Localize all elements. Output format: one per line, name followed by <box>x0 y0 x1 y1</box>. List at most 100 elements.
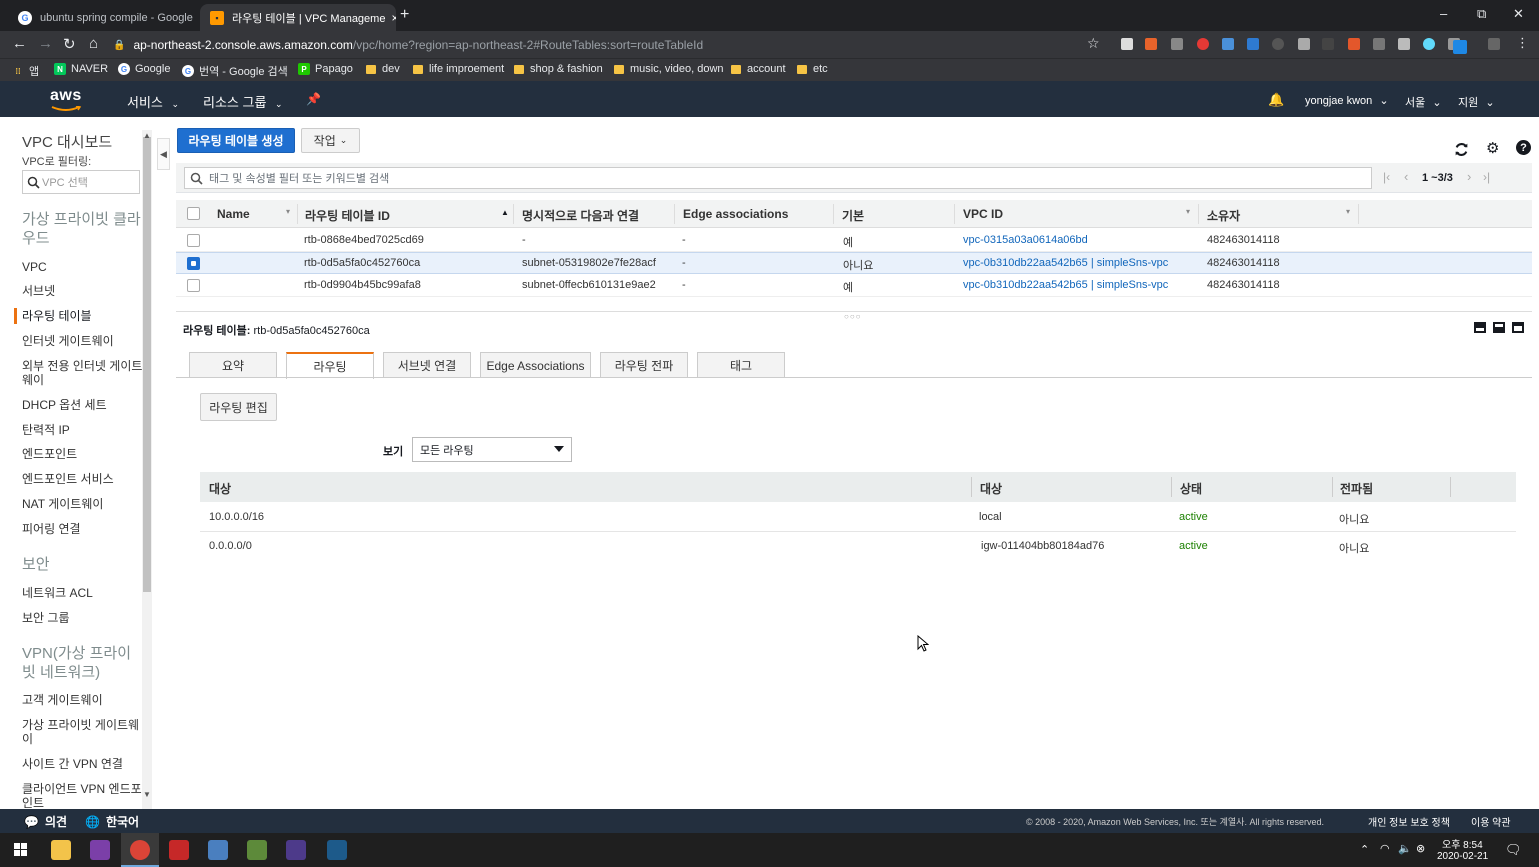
col-name[interactable]: Name <box>217 207 250 221</box>
select-all-checkbox[interactable] <box>187 207 200 220</box>
vpc-filter-select[interactable]: VPC 선택 <box>22 170 140 194</box>
extension-icon[interactable] <box>1121 38 1133 50</box>
network-error-icon[interactable]: ⊗ <box>1416 842 1425 855</box>
region-menu[interactable]: 서울 ⌄ <box>1405 94 1442 110</box>
sidebar-item-dhcp-options[interactable]: DHCP 옵션 세트 <box>22 398 144 412</box>
col-main[interactable]: 기본 <box>842 207 864 224</box>
clock-time[interactable]: 오후 8:54 <box>1442 836 1483 851</box>
help-icon[interactable]: ? <box>1516 140 1531 155</box>
browser-tab-active[interactable]: ▪ 라우팅 테이블 | VPC Manageme × <box>200 4 396 31</box>
extension-icon[interactable] <box>1348 38 1360 50</box>
tab-routes[interactable]: 라우팅 <box>286 352 374 379</box>
layout-split-icon[interactable] <box>1493 322 1505 333</box>
home-icon[interactable]: ⌂ <box>89 35 98 52</box>
bookmark-papago[interactable]: P Papago <box>298 63 353 75</box>
sort-icon[interactable]: ▾ <box>286 207 290 216</box>
volume-muted-icon[interactable]: 🔈 <box>1398 842 1412 855</box>
create-route-table-button[interactable]: 라우팅 테이블 생성 <box>177 128 295 153</box>
sidebar-item-vpc[interactable]: VPC <box>22 260 144 274</box>
wifi-icon[interactable]: ◠ <box>1380 842 1390 855</box>
sidebar-item-route-tables[interactable]: 라우팅 테이블 <box>22 309 144 323</box>
back-icon[interactable]: ← <box>12 35 27 52</box>
bookmark-apps[interactable]: ⁞⁞ 앱 <box>12 63 39 79</box>
sidebar-item-peering[interactable]: 피어링 연결 <box>22 522 144 536</box>
pin-icon[interactable]: 📌 <box>306 92 321 106</box>
bell-icon[interactable]: 🔔 <box>1268 92 1284 108</box>
filter-search-input[interactable]: 태그 및 속성별 필터 또는 키워드별 검색 <box>184 167 1372 189</box>
bookmark-google[interactable]: G Google <box>118 63 170 75</box>
column-divider[interactable] <box>297 204 298 224</box>
extension-icon[interactable] <box>1222 38 1234 50</box>
table-row[interactable]: rtb-0d9904b45bc99afa8 subnet-0ffecb61013… <box>176 275 1532 297</box>
sort-icon[interactable]: ▾ <box>1186 207 1190 216</box>
sidebar-item-nat-gateways[interactable]: NAT 게이트웨이 <box>22 497 144 511</box>
app-icon[interactable] <box>247 840 267 860</box>
services-menu[interactable]: 서비스 ⌄ <box>127 92 179 111</box>
onenote-icon[interactable] <box>90 840 110 860</box>
column-divider[interactable] <box>1198 204 1199 224</box>
bookmark-translate[interactable]: G 번역 - Google 검색 <box>182 63 288 79</box>
last-page-icon[interactable]: ›| <box>1483 170 1490 184</box>
vpc-id-link[interactable]: vpc-0b310db22aa542b65 | simpleSns-vpc <box>963 257 1168 269</box>
prev-page-icon[interactable]: ‹ <box>1404 169 1408 184</box>
windows-start-icon[interactable] <box>14 843 28 857</box>
tab-route-propagation[interactable]: 라우팅 전파 <box>600 352 688 378</box>
terms-link[interactable]: 이용 약관 <box>1471 814 1511 829</box>
row-checkbox-checked[interactable] <box>187 257 200 270</box>
extension-icon[interactable] <box>1197 38 1209 50</box>
sidebar-item-security-groups[interactable]: 보안 그룹 <box>22 611 144 625</box>
bookmark-folder-etc[interactable]: etc <box>797 63 828 75</box>
url-input[interactable]: 🔒 ap-northeast-2.console.aws.amazon.com /… <box>113 34 1103 56</box>
bookmark-folder-music[interactable]: music, video, down <box>614 63 724 75</box>
tab-tags[interactable]: 태그 <box>697 352 785 378</box>
refresh-icon[interactable] <box>1453 141 1470 158</box>
col-route-table-id[interactable]: 라우팅 테이블 ID <box>305 207 390 224</box>
layout-bottom-icon[interactable] <box>1474 322 1486 333</box>
column-divider[interactable] <box>833 204 834 224</box>
sidebar-item-egress-only-igw[interactable]: 외부 전용 인터넷 게이트웨이 <box>22 359 144 387</box>
layout-top-icon[interactable] <box>1512 322 1524 333</box>
col-edge-associations[interactable]: Edge associations <box>683 207 788 221</box>
collapse-sidebar-icon[interactable]: ◀ <box>157 138 170 170</box>
bookmark-folder-account[interactable]: account <box>731 63 786 75</box>
bookmark-naver[interactable]: N NAVER <box>54 63 108 75</box>
column-divider[interactable] <box>513 204 514 224</box>
first-page-icon[interactable]: |‹ <box>1383 170 1390 184</box>
sidebar-item-site-to-site-vpn[interactable]: 사이트 간 VPN 연결 <box>22 757 144 771</box>
privacy-link[interactable]: 개인 정보 보호 정책 <box>1368 814 1450 829</box>
table-row[interactable]: rtb-0868e4bed7025cd69 - - 예 vpc-0315a03a… <box>176 230 1532 252</box>
extension-icon[interactable] <box>1398 38 1410 50</box>
file-explorer-icon[interactable] <box>51 840 71 860</box>
vpc-id-link[interactable]: vpc-0315a03a0614a06bd <box>963 234 1088 246</box>
app-icon[interactable] <box>327 840 347 860</box>
app-icon[interactable] <box>286 840 306 860</box>
close-tab-icon[interactable]: × <box>193 11 198 25</box>
sidebar-item-client-vpn[interactable]: 클라이언트 VPN 엔드포인트 <box>22 782 144 809</box>
extension-icon[interactable] <box>1453 40 1467 54</box>
next-page-icon[interactable]: › <box>1467 169 1471 184</box>
sidebar-item-endpoint-services[interactable]: 엔드포인트 서비스 <box>22 472 144 486</box>
row-checkbox[interactable] <box>187 234 200 247</box>
tab-summary[interactable]: 요약 <box>189 352 277 378</box>
extension-icon[interactable] <box>1145 38 1157 50</box>
extension-icon[interactable] <box>1171 38 1183 50</box>
vpc-id-link[interactable]: vpc-0b310db22aa542b65 | simpleSns-vpc <box>963 279 1168 291</box>
reload-icon[interactable]: ↻ <box>63 35 76 53</box>
extension-icon[interactable] <box>1298 38 1310 50</box>
window-close-icon[interactable]: ✕ <box>1513 6 1524 22</box>
sort-icon[interactable]: ▾ <box>1346 207 1350 216</box>
splitter-handle-icon[interactable]: ○○○ <box>844 312 862 321</box>
minimize-icon[interactable]: – <box>1440 6 1447 21</box>
user-menu[interactable]: yongjae kwon ⌄ <box>1305 94 1389 107</box>
bookmark-star-icon[interactable]: ☆ <box>1087 35 1100 52</box>
sidebar-item-vpn-gateways[interactable]: 가상 프라이빗 게이트웨이 <box>22 718 144 746</box>
acrobat-icon[interactable] <box>169 840 189 860</box>
notification-icon[interactable]: 🗨 <box>1505 842 1522 858</box>
table-row-selected[interactable]: rtb-0d5a5fa0c452760ca subnet-05319802e7f… <box>176 252 1532 274</box>
route-target-link[interactable]: igw-011404bb80184ad76 <box>981 540 1104 552</box>
tab-subnet-associations[interactable]: 서브넷 연결 <box>383 352 471 378</box>
clock-date[interactable]: 2020-02-21 <box>1437 851 1488 862</box>
bookmark-folder-life[interactable]: life improement <box>413 63 504 75</box>
forward-icon[interactable]: → <box>38 35 53 52</box>
bookmark-folder-dev[interactable]: dev <box>366 63 400 75</box>
